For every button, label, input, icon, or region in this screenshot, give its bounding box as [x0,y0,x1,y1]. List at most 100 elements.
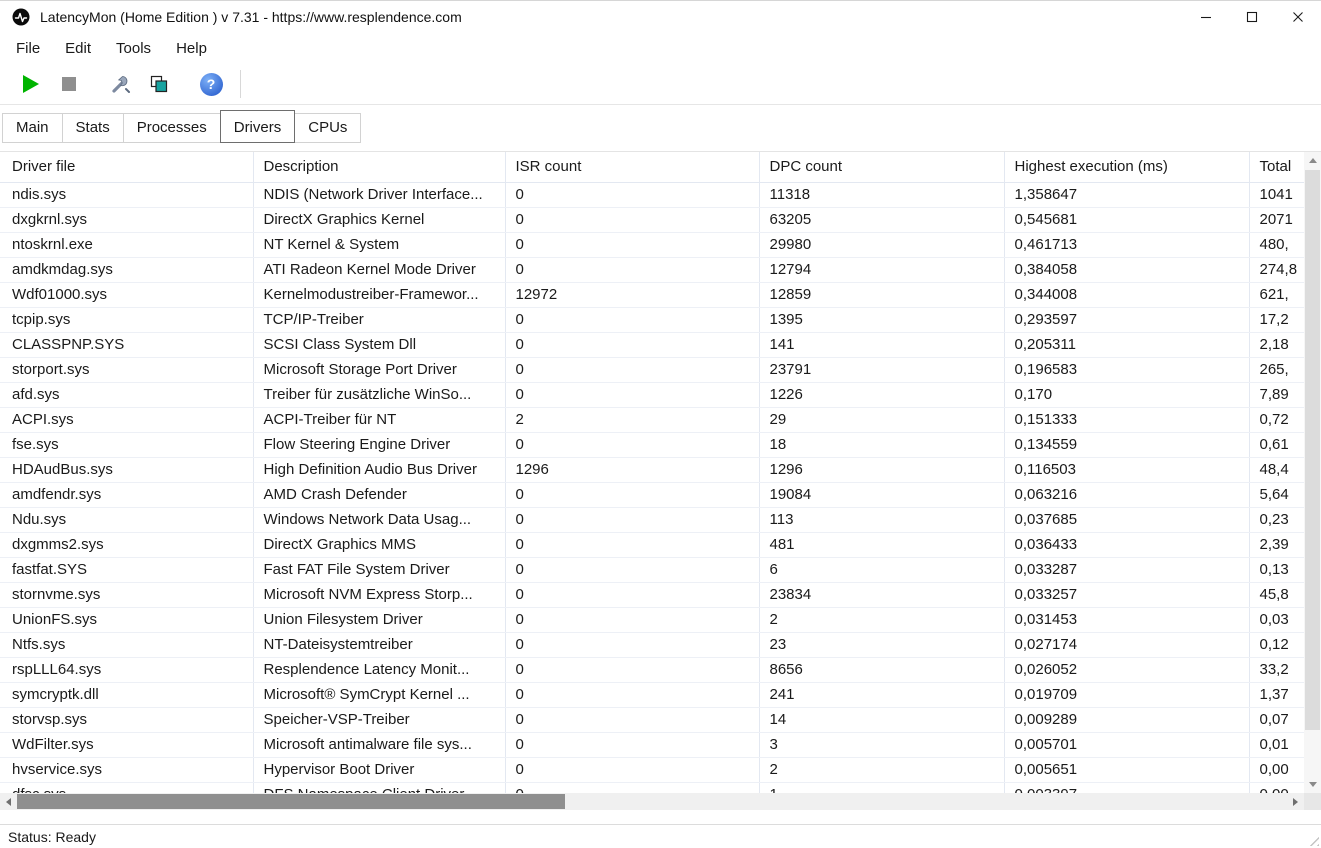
table-row[interactable]: ndis.sys NDIS (Network Driver Interface..… [0,182,1304,208]
table-cell: NT-Dateisystemtreiber [253,632,506,658]
table-row[interactable]: CLASSPNP.SYS SCSI Class System Dll 0 141 0,2… [0,332,1304,358]
table-cell: ACPI-Treiber für NT [253,407,506,433]
table-row[interactable]: Ntfs.sys NT-Dateisystemtreiber 0 23 0,027174… [0,632,1304,658]
table-cell: 0,61 [1249,432,1304,458]
table-cell: ACPI.sys [0,407,254,433]
table-row[interactable]: rspLLL64.sys Resplendence Latency Monit..… [0,657,1304,683]
table-row[interactable]: symcryptk.dll Microsoft® SymCrypt Kernel … [0,682,1304,708]
table-cell: 1,358647 [1004,182,1250,208]
tab-cpus[interactable]: CPUs [294,113,362,143]
table-cell: 0 [505,707,760,733]
table-cell: amdkmdag.sys [0,257,254,283]
table-cell: 0,13 [1249,557,1304,583]
table-cell: Flow Steering Engine Driver [253,432,506,458]
table-cell: 0,003397 [1004,782,1250,793]
scroll-left-arrow[interactable] [0,793,17,810]
scroll-down-arrow[interactable] [1304,776,1321,793]
table-row[interactable]: ACPI.sys ACPI-Treiber für NT 2 29 0,151333 0,… [0,407,1304,433]
stop-monitor-button[interactable] [50,68,88,100]
horizontal-scrollbar[interactable] [0,793,1304,810]
table-cell: ndis.sys [0,182,254,208]
tab-drivers[interactable]: Drivers [219,110,296,143]
scroll-right-arrow[interactable] [1287,793,1304,810]
table-cell: 19084 [759,482,1005,508]
scroll-up-arrow[interactable] [1304,152,1321,169]
column-header[interactable]: Driver file [0,152,254,183]
column-header[interactable]: Highest execution (ms) [1004,152,1250,183]
table-row[interactable]: UnionFS.sys Union Filesystem Driver 0 2 0,03… [0,607,1304,633]
window-controls [1183,1,1321,33]
table-cell: 2 [759,607,1005,633]
tab-label: Stats [75,119,110,136]
minimize-button[interactable] [1183,1,1229,33]
menu-help[interactable]: Help [174,38,209,59]
table-row[interactable]: storport.sys Microsoft Storage Port Drive… [0,357,1304,383]
table-cell: Ndu.sys [0,507,254,533]
table-row[interactable]: dxgkrnl.sys DirectX Graphics Kernel 0 63205… [0,207,1304,233]
table-row[interactable]: dxgmms2.sys DirectX Graphics MMS 0 481 0,036… [0,532,1304,558]
table-cell: 241 [759,682,1005,708]
options-button[interactable] [102,68,140,100]
menu-edit[interactable]: Edit [63,38,93,59]
table-row[interactable]: hvservice.sys Hypervisor Boot Driver 0 2 0,0… [0,757,1304,783]
table-row[interactable]: dfsc.sysDFS Namespace Client Driver010,0… [0,782,1304,793]
column-header[interactable]: DPC count [759,152,1005,183]
table-cell: 481 [759,532,1005,558]
close-icon [1293,12,1303,22]
table-row[interactable]: stornvme.sys Microsoft NVM Express Storp.… [0,582,1304,608]
drivers-table: Driver file Description ISR count DPC count… [0,152,1304,793]
table-row[interactable]: WdFilter.sys Microsoft antimalware file s… [0,732,1304,758]
table-cell: Microsoft antimalware file sys... [253,732,506,758]
help-button[interactable]: ? [192,68,230,100]
table-cell: 0,033287 [1004,557,1250,583]
menu-tools[interactable]: Tools [114,38,153,59]
table-cell: 0,205311 [1004,332,1250,358]
table-cell: 0,033257 [1004,582,1250,608]
table-cell: amdfendr.sys [0,482,254,508]
table-cell: 1395 [759,307,1005,333]
table-cell: Fast FAT File System Driver [253,557,506,583]
up-arrow-icon [1308,158,1317,163]
table-cell: NT Kernel & System [253,232,506,258]
tab-processes[interactable]: Processes [122,113,221,143]
column-header[interactable]: Total [1249,152,1304,183]
table-cell: 5,64 [1249,482,1304,508]
table-row[interactable]: tcpip.sys TCP/IP-Treiber 0 1395 0,293597 17,2 [0,307,1304,333]
table-row[interactable]: amdkmdag.sys ATI Radeon Kernel Mode Drive… [0,257,1304,283]
start-monitor-button[interactable] [12,68,50,100]
table-row[interactable]: Wdf01000.sys Kernelmodustreiber-Framewor.… [0,282,1304,308]
table-row[interactable]: fse.sys Flow Steering Engine Driver 0 18 0,1… [0,432,1304,458]
table-cell: Union Filesystem Driver [253,607,506,633]
menu-file[interactable]: File [14,38,42,59]
table-row[interactable]: storvsp.sys Speicher-VSP-Treiber 0 14 0,0092… [0,707,1304,733]
horizontal-scroll-thumb[interactable] [17,794,565,809]
table-row[interactable]: Ndu.sys Windows Network Data Usag... 0 113 0… [0,507,1304,533]
close-button[interactable] [1275,1,1321,33]
column-header[interactable]: Description [253,152,506,183]
table-row[interactable]: ntoskrnl.exe NT Kernel & System 0 29980 0,46… [0,232,1304,258]
copy-report-button[interactable] [140,68,178,100]
latencymon-app-icon [12,8,30,26]
table-cell: 0 [505,432,760,458]
table-cell: 0 [505,682,760,708]
table-row[interactable]: HDAudBus.sys High Definition Audio Bus Dr… [0,457,1304,483]
table-cell: 7,89 [1249,382,1304,408]
vertical-scrollbar[interactable] [1304,152,1321,793]
table-cell: Wdf01000.sys [0,282,254,308]
column-header[interactable]: ISR count [505,152,760,183]
table-cell: TCP/IP-Treiber [253,307,506,333]
table-row[interactable]: amdfendr.sys AMD Crash Defender 0 19084 0,06… [0,482,1304,508]
vertical-scroll-thumb[interactable] [1305,170,1320,730]
table-row[interactable]: fastfat.SYS Fast FAT File System Driver 0 6… [0,557,1304,583]
maximize-button[interactable] [1229,1,1275,33]
table-cell: 0 [505,307,760,333]
resize-grip[interactable] [1305,832,1319,846]
table-cell: 0,134559 [1004,432,1250,458]
tab-stats[interactable]: Stats [61,113,124,143]
table-cell: 0,07 [1249,707,1304,733]
tab-label: Drivers [233,119,282,136]
table-cell: 0 [505,557,760,583]
table-row[interactable]: afd.sys Treiber für zusätzliche WinSo... 0… [0,382,1304,408]
tab-main[interactable]: Main [2,113,63,143]
table-cell: 0,170 [1004,382,1250,408]
